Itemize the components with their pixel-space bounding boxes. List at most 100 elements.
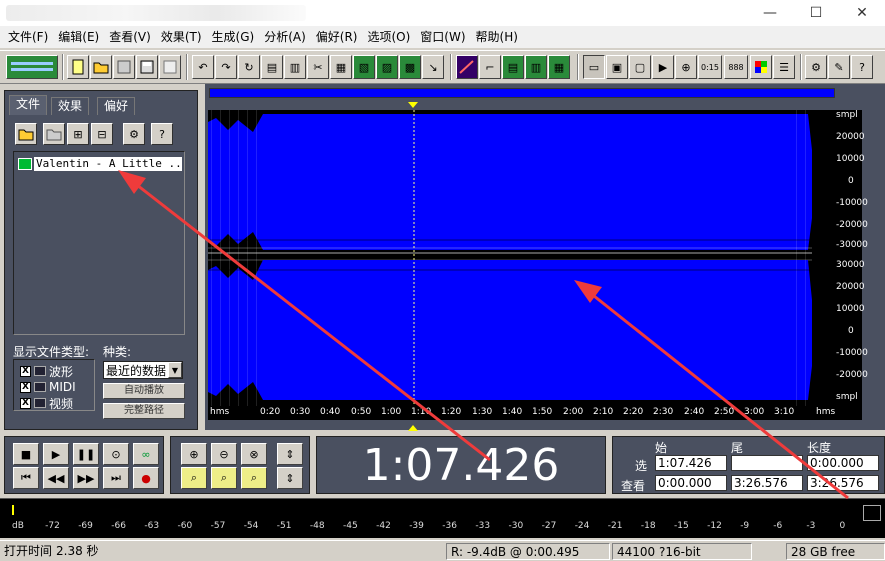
pause-icon[interactable]: ❚❚ [73, 443, 99, 465]
play-icon[interactable]: ▶ [43, 443, 69, 465]
checkbox[interactable]: X [20, 381, 31, 393]
playhead-marker-bottom[interactable] [408, 425, 418, 431]
paste-icon[interactable]: ▥ [284, 55, 306, 79]
zoom-out-icon[interactable]: ⊖ [211, 443, 237, 465]
select-icon[interactable]: ↘ [422, 55, 444, 79]
options-icon[interactable]: ⚙ [123, 123, 145, 145]
stop-icon[interactable]: ■ [13, 443, 39, 465]
selection-end-field[interactable] [731, 455, 803, 471]
menu-file[interactable]: 文件(F) [4, 26, 52, 48]
autoplay-button[interactable]: 自动播放 [103, 383, 185, 399]
menu-generate[interactable]: 生成(G) [208, 26, 259, 48]
file-list[interactable]: Valentin - A Little ... [13, 151, 185, 335]
tab-favorites[interactable]: 偏好 [97, 97, 136, 115]
view-begin-field[interactable]: 0:00.000 [655, 475, 727, 491]
open-folder-icon[interactable] [90, 55, 112, 79]
help-icon[interactable]: ? [151, 123, 173, 145]
go-to-start-icon[interactable]: ⏮ [13, 467, 39, 489]
tab-files[interactable]: 文件 [9, 95, 48, 115]
minimize-button[interactable]: — [747, 0, 793, 26]
menu-effects[interactable]: 效果(T) [157, 26, 206, 48]
menu-edit[interactable]: 编辑(E) [54, 26, 103, 48]
marker-icon[interactable]: ⌐ [479, 55, 501, 79]
repeat-icon[interactable]: ↻ [238, 55, 260, 79]
zoom-full-icon[interactable]: ⊗ [241, 443, 267, 465]
new-file-icon[interactable] [67, 55, 89, 79]
mix-icon[interactable]: ▩ [399, 55, 421, 79]
menu-options[interactable]: 选项(O) [363, 26, 414, 48]
meter-peak-box[interactable] [863, 505, 881, 521]
view-end-field[interactable]: 3:26.576 [731, 475, 803, 491]
fast-forward-icon[interactable]: ▶▶ [73, 467, 99, 489]
copy-icon[interactable]: ▤ [261, 55, 283, 79]
undo-icon[interactable]: ↶ [192, 55, 214, 79]
close-file-icon[interactable] [43, 123, 65, 145]
kind-dropdown[interactable]: 最近的数据 ▼ [103, 361, 183, 379]
list-icon[interactable]: ☰ [773, 55, 795, 79]
info-view-icon[interactable]: ▢ [629, 55, 651, 79]
zoom-right-icon[interactable]: ⌕ [241, 467, 267, 489]
filetype-video[interactable]: X 视频 [20, 396, 73, 411]
loop-icon[interactable]: ∞ [133, 443, 159, 465]
y-tick: 0 [848, 326, 854, 336]
paste-new-icon[interactable]: ▦ [330, 55, 352, 79]
trim-icon[interactable]: ▨ [376, 55, 398, 79]
zoom-out-vertical-icon[interactable]: ⇕ [277, 467, 303, 489]
save-icon[interactable] [113, 55, 135, 79]
sample-format-icon[interactable]: 888 [724, 55, 748, 79]
spectral-view-icon[interactable]: ▣ [606, 55, 628, 79]
checkbox[interactable]: X [20, 365, 31, 377]
multitrack-toggle-icon[interactable] [6, 55, 58, 79]
waveform-display[interactable] [208, 110, 812, 406]
mix-paste-icon[interactable]: ▧ [353, 55, 375, 79]
overview-bar[interactable] [209, 88, 835, 98]
script-icon[interactable]: ✎ [828, 55, 850, 79]
spectral-icon[interactable]: ▦ [548, 55, 570, 79]
redo-icon[interactable]: ↷ [215, 55, 237, 79]
envelope-icon[interactable] [456, 55, 478, 79]
menu-analyze[interactable]: 分析(A) [260, 26, 310, 48]
chevron-down-icon[interactable]: ▼ [168, 362, 182, 378]
filetype-waveform[interactable]: X 波形 [20, 364, 73, 379]
maximize-button[interactable]: ☐ [793, 0, 839, 26]
db-tick: -48 [309, 521, 325, 531]
menu-view[interactable]: 查看(V) [105, 26, 155, 48]
edit-file-icon[interactable]: ⊟ [91, 123, 113, 145]
zoom-in-icon[interactable]: ⊕ [181, 443, 207, 465]
go-to-end-icon[interactable]: ⏭ [103, 467, 129, 489]
view-length-field[interactable]: 3:26.576 [807, 475, 879, 491]
checkbox[interactable]: X [20, 397, 31, 409]
menu-help[interactable]: 帮助(H) [472, 26, 522, 48]
close-button[interactable]: ✕ [839, 0, 885, 26]
play-follow-icon[interactable]: ▶ [652, 55, 674, 79]
loop-icon[interactable]: ▥ [525, 55, 547, 79]
playhead-marker-top[interactable] [408, 102, 418, 108]
settings-icon[interactable]: ⚙ [805, 55, 827, 79]
tab-effects[interactable]: 效果 [51, 97, 90, 115]
cut-icon[interactable]: ✂ [307, 55, 329, 79]
zoom-left-icon[interactable]: ⌕ [181, 467, 207, 489]
selection-begin-field[interactable]: 1:07.426 [655, 455, 727, 471]
insert-icon[interactable]: ⊞ [67, 123, 89, 145]
save-as-icon[interactable] [136, 55, 158, 79]
menu-favorites[interactable]: 偏好(R) [312, 26, 362, 48]
record-icon[interactable]: ● [133, 467, 159, 489]
menu-window[interactable]: 窗口(W) [416, 26, 469, 48]
waveform-view-icon[interactable]: ▭ [583, 55, 605, 79]
zoom-in-vertical-icon[interactable]: ⇕ [277, 443, 303, 465]
filetype-midi[interactable]: X MIDI [20, 380, 76, 394]
help-icon[interactable]: ? [851, 55, 873, 79]
fullpath-button[interactable]: 完整路径 [103, 403, 185, 419]
open-folder-icon[interactable] [15, 123, 37, 145]
zoom-view-icon[interactable]: ⊕ [675, 55, 697, 79]
time-format-icon[interactable]: 0:15 [698, 55, 722, 79]
zoom-selection-icon[interactable]: ⌕ [211, 467, 237, 489]
close-file-icon[interactable] [159, 55, 181, 79]
rewind-icon[interactable]: ◀◀ [43, 467, 69, 489]
selection-length-field[interactable]: 0:00.000 [807, 455, 879, 471]
list-item[interactable]: Valentin - A Little ... [18, 156, 182, 172]
region-icon[interactable]: ▤ [502, 55, 524, 79]
x-tick: hms [210, 407, 230, 417]
color-icon[interactable] [750, 55, 772, 79]
play-to-end-icon[interactable]: ⊙ [103, 443, 129, 465]
